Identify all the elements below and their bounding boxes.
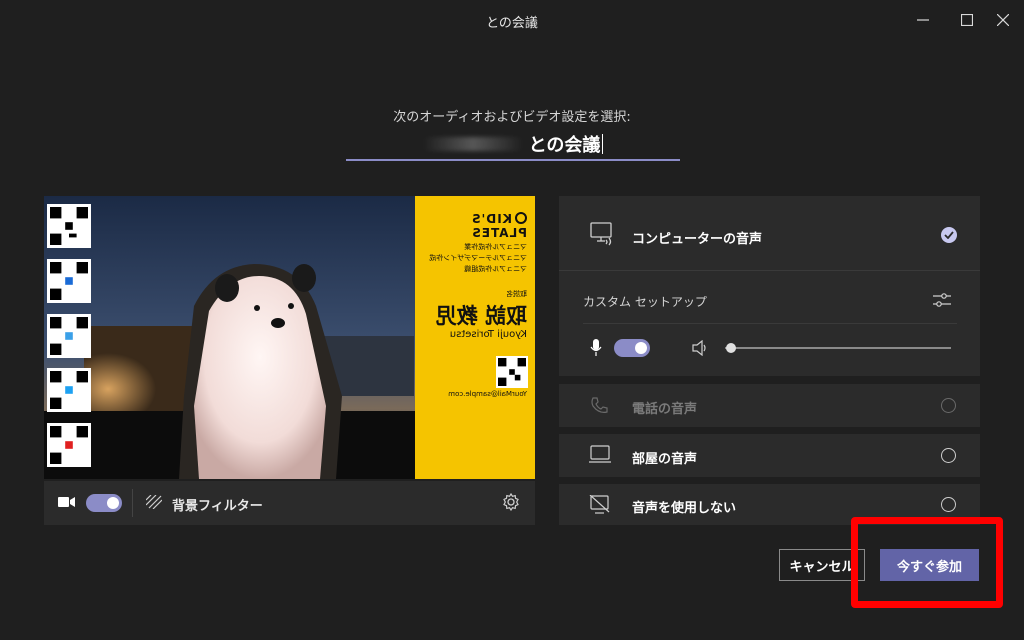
maximize-button[interactable]: [952, 6, 982, 34]
divider: [559, 270, 980, 271]
video-preview: KID'S PLATES マニュアル作成作業 マニュアルテーマデザイン作成 マニ…: [44, 196, 535, 479]
card-email: YourMail@sample.com: [448, 390, 527, 398]
room-audio-label: 部屋の音声: [632, 452, 698, 467]
device-settings-sliders-icon[interactable]: [933, 292, 951, 308]
background-filter-icon: [146, 495, 162, 509]
card-line-1: マニュアル作成作業: [464, 243, 527, 251]
card-line-3: マニュアル作成組織: [464, 265, 527, 273]
selected-check-icon: [941, 227, 957, 243]
microphone-icon: [590, 339, 602, 356]
qr-code-1: [47, 204, 91, 248]
card-name-romaji: Kyouji Torisetsu: [449, 329, 527, 340]
no-audio-radio[interactable]: [941, 497, 956, 512]
close-button[interactable]: [988, 6, 1018, 34]
qr-code-2: [47, 259, 91, 303]
camera-toggle[interactable]: [86, 494, 122, 512]
card-line-2: マニュアルテーマデザイン作成: [429, 254, 527, 262]
video-control-bar: 背景フィルター: [44, 481, 535, 525]
text-caret: [602, 134, 604, 154]
qr-code-5: [47, 423, 91, 467]
cancel-button[interactable]: キャンセル: [779, 549, 865, 581]
meeting-name-text: との会議: [528, 135, 601, 156]
card-name-jp: 取説 教児: [435, 304, 527, 328]
room-audio-radio[interactable]: [941, 448, 956, 463]
phone-audio-label: 電話の音声: [632, 402, 698, 417]
room-audio-option[interactable]: 部屋の音声: [559, 434, 980, 477]
microphone-toggle[interactable]: [614, 339, 650, 357]
computer-audio-label: コンピューターの音声: [632, 232, 763, 247]
no-audio-label: 音声を使用しない: [632, 501, 737, 516]
qr-code-4: [47, 368, 91, 412]
settings-gear-icon[interactable]: [502, 493, 520, 511]
minimize-button[interactable]: [908, 6, 938, 34]
no-audio-option[interactable]: 音声を使用しない: [559, 484, 980, 525]
phone-audio-radio[interactable]: [941, 398, 956, 413]
phone-audio-option[interactable]: 電話の音声: [559, 384, 980, 427]
computer-audio-option[interactable]: コンピューターの音声 カスタム セットアップ: [559, 196, 980, 376]
divider: [583, 323, 957, 324]
card-brand-icon: [515, 212, 527, 224]
maximize-icon: [961, 14, 973, 26]
card-qr-code: [496, 356, 528, 388]
card-role: 取説名: [506, 290, 527, 298]
camera-icon: [58, 497, 75, 507]
minimize-icon: [917, 19, 929, 21]
room-device-icon: [589, 445, 611, 463]
custom-setup-label: カスタム セットアップ: [583, 295, 707, 309]
computer-speaker-icon: [590, 222, 612, 246]
business-card: KID'S PLATES マニュアル作成作業 マニュアルテーマデザイン作成 マニ…: [415, 196, 535, 479]
background-filter-button[interactable]: 背景フィルター: [172, 495, 263, 514]
title-bar: との会議: [0, 0, 1024, 40]
no-audio-icon: [589, 495, 610, 514]
speaker-volume-slider-thumb[interactable]: [726, 343, 736, 353]
divider: [132, 489, 133, 517]
phone-icon: [591, 397, 608, 413]
speaker-volume-icon: [692, 340, 706, 356]
redacted-name: [422, 137, 523, 151]
setup-subtitle: 次のオーディオおよびビデオ設定を選択:: [393, 110, 631, 125]
qr-code-3: [47, 314, 91, 358]
meeting-name-field[interactable]: との会議: [346, 131, 680, 161]
window-title: との会議: [486, 16, 538, 31]
speaker-volume-slider-track[interactable]: [725, 347, 951, 349]
join-now-button[interactable]: 今すぐ参加: [880, 549, 979, 581]
close-icon: [997, 14, 1009, 26]
